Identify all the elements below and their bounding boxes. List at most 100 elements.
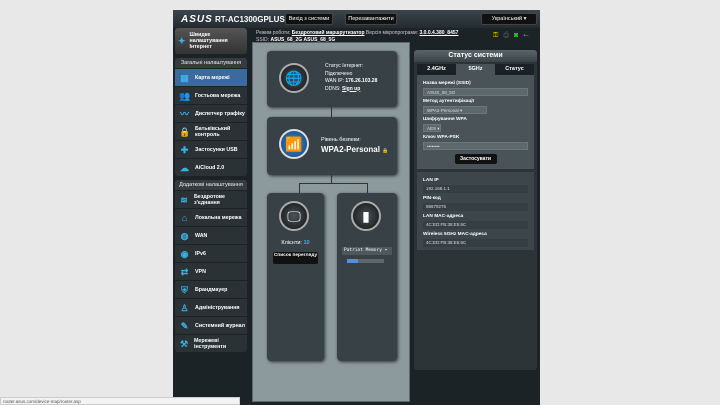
lan-mac: 4C:ED:FB:38:E5:6C bbox=[423, 221, 528, 229]
quick-setup-label: Швидке налаштування Інтернет bbox=[189, 32, 228, 50]
wireless-mac: 4C:ED:FB:38:E5:6C bbox=[423, 239, 528, 247]
printer-icon[interactable]: ⎙ bbox=[503, 32, 509, 40]
tab-status[interactable]: Статус bbox=[495, 64, 534, 75]
tab-5ghz[interactable]: 5GHz bbox=[456, 64, 495, 75]
sidebar-item-label: Гостьова мережа bbox=[195, 92, 241, 99]
usb-box[interactable]: ▮ Patriot Memory ▾ bbox=[337, 193, 397, 361]
app-icon[interactable]: ◙ bbox=[514, 32, 518, 40]
sidebar-item[interactable]: ✎ Системний журнал bbox=[175, 316, 247, 334]
sidebar-item[interactable]: 👥 Гостьова мережа bbox=[175, 86, 247, 104]
clients-info: Клієнти: 10 bbox=[267, 240, 324, 246]
sidebar-item[interactable]: 🔒 Батьківський контроль bbox=[175, 122, 247, 140]
internet-info: Статус Інтернет: Підключено WAN IP: 176.… bbox=[325, 63, 377, 93]
key-input[interactable]: •••••••• bbox=[423, 142, 528, 150]
key-label: Ключ WPA-PSK bbox=[423, 135, 460, 140]
sidebar-item[interactable]: ⛨ Брандмауер bbox=[175, 280, 247, 298]
auth-select[interactable]: WPA2-Personal ▾ bbox=[423, 106, 487, 114]
quick-setup-button[interactable]: ✦ Швидке налаштування Інтернет bbox=[175, 28, 247, 54]
key-icon[interactable]: ⚿ bbox=[493, 32, 498, 40]
wan-ip-label: WAN IP: bbox=[325, 78, 344, 84]
client-list-button[interactable]: Список перегляду bbox=[273, 252, 318, 264]
wand-icon: ✦ bbox=[178, 36, 186, 46]
usb-usage-fill bbox=[347, 259, 359, 263]
sidebar-item-label: Бездротове з'єднання bbox=[194, 193, 225, 206]
router-icon: 📶 bbox=[279, 129, 309, 159]
general-title: Загальні налаштування bbox=[175, 58, 247, 68]
apply-button[interactable]: Застосувати bbox=[454, 154, 497, 164]
mode-info: Режим роботи: Бездротовий маршрутизатор … bbox=[256, 30, 458, 36]
sidebar-item-label: Системний журнал bbox=[195, 322, 245, 329]
usb-icon[interactable]: ⭠ bbox=[523, 32, 529, 40]
sidebar-item[interactable]: ◍ WAN bbox=[175, 226, 247, 244]
sidebar-item[interactable]: ◉ IPv6 bbox=[175, 244, 247, 262]
general-section: Загальні налаштування ▦ Карта мережі 👥 Гость… bbox=[175, 58, 247, 176]
sidebar-item[interactable]: ♙ Адміністрування bbox=[175, 298, 247, 316]
connector bbox=[367, 183, 368, 193]
usb-drive-icon: ▮ bbox=[351, 201, 381, 231]
ddns-label: DDNS: bbox=[325, 85, 341, 92]
shield-icon: ⛨ bbox=[181, 284, 188, 295]
sidebar-item[interactable]: ▦ Карта мережі bbox=[175, 68, 247, 86]
mode-link[interactable]: Бездротовий маршрутизатор bbox=[292, 30, 365, 36]
ssid-input[interactable]: ASUS_68_5G bbox=[423, 88, 528, 96]
vpn-icon: ⇄ bbox=[180, 266, 189, 277]
fw-link[interactable]: 3.0.0.4.380_8457 bbox=[419, 30, 458, 36]
tools-icon: ⚒ bbox=[179, 338, 189, 349]
fw-label: Версія мікропрограми: bbox=[365, 30, 419, 36]
network-map-icon: ▦ bbox=[180, 72, 189, 83]
lock-icon: 🔒 bbox=[382, 148, 389, 154]
router-box[interactable]: 📶 Рівень безпеки: WPA2-Personal 🔒 bbox=[267, 117, 397, 175]
connector bbox=[299, 183, 300, 193]
enc-select[interactable]: AES ▾ bbox=[423, 124, 441, 132]
globe-icon: 🌐 bbox=[279, 63, 309, 93]
router-admin: ASUS RT-AC1300GPLUS Вихід з системи Пере… bbox=[173, 10, 540, 405]
sidebar-item[interactable]: ☁ AiCloud 2.0 bbox=[175, 158, 247, 176]
auth-label: Метод аутентифікації bbox=[423, 99, 474, 104]
enc-value: AES bbox=[427, 126, 437, 131]
lan-info: LAN IP 192.168.1.1 PIN-код 86679275 LAN … bbox=[417, 172, 534, 250]
internet-status: Підключено bbox=[325, 70, 353, 77]
internet-box[interactable]: 🌐 Статус Інтернет: Підключено WAN IP: 17… bbox=[267, 51, 397, 107]
sidebar-item[interactable]: ✚ Застосунки USB bbox=[175, 140, 247, 158]
sidebar-item-label: WAN bbox=[195, 232, 208, 239]
admin-icon: ♙ bbox=[180, 302, 189, 313]
log-icon: ✎ bbox=[180, 320, 189, 331]
sidebar-item[interactable]: ≋ Бездротове з'єднання bbox=[175, 190, 247, 208]
wan-ip: 176.26.103.28 bbox=[345, 78, 378, 84]
clients-count: 10 bbox=[303, 240, 310, 246]
connector bbox=[299, 183, 367, 184]
language-label: Український bbox=[491, 16, 523, 22]
security-info: Рівень безпеки: WPA2-Personal 🔒 bbox=[321, 137, 388, 154]
usb-device-select[interactable]: Patriot Memory ▾ bbox=[342, 247, 392, 255]
system-status-title: Статус системи bbox=[414, 50, 537, 62]
pin-label: PIN-код bbox=[423, 196, 441, 201]
clients-box[interactable]: 🖵 Клієнти: 10 Список перегляду bbox=[267, 193, 324, 361]
monitor-icon: 🖵 bbox=[279, 201, 309, 231]
usb-usage-bar bbox=[347, 259, 384, 263]
sidebar-item-label: Батьківський контроль bbox=[195, 125, 231, 138]
language-select[interactable]: Український ▾ bbox=[481, 13, 537, 25]
cloud-icon: ☁ bbox=[180, 162, 189, 173]
wifi-icon: ≋ bbox=[180, 194, 188, 205]
sidebar-item[interactable]: ⚒ Мережеві інструменти bbox=[175, 334, 247, 352]
logout-button[interactable]: Вихід з системи bbox=[285, 13, 333, 25]
sidebar-item[interactable]: ⌂ Локальна мережа bbox=[175, 208, 247, 226]
sidebar-item[interactable]: ⇄ VPN bbox=[175, 262, 247, 280]
connector bbox=[331, 107, 332, 117]
sidebar-item-label: IPv6 bbox=[195, 250, 206, 257]
security-label: Рівень безпеки: bbox=[321, 137, 361, 143]
sidebar-item-label: Карта мережі bbox=[195, 74, 230, 81]
guest-network-icon: 👥 bbox=[179, 90, 191, 101]
ipv6-icon: ◉ bbox=[180, 248, 189, 259]
sidebar-item-label: Адміністрування bbox=[195, 304, 240, 311]
puzzle-icon: ✚ bbox=[180, 144, 189, 155]
connector bbox=[331, 175, 332, 183]
sidebar-item-label: Локальна мережа bbox=[195, 214, 242, 221]
sidebar-item-label: VPN bbox=[195, 268, 206, 275]
reboot-button[interactable]: Перезавантажити bbox=[345, 13, 397, 25]
ddns-signup-link[interactable]: Sign up bbox=[342, 86, 360, 92]
tab-2-4ghz[interactable]: 2.4GHz bbox=[417, 64, 456, 75]
network-map: 🌐 Статус Інтернет: Підключено WAN IP: 17… bbox=[252, 42, 410, 402]
browser-status-bar: router.asus.com/device-map/router.asp bbox=[0, 397, 240, 405]
sidebar-item[interactable]: 〰 Диспетчер трафіку bbox=[175, 104, 247, 122]
